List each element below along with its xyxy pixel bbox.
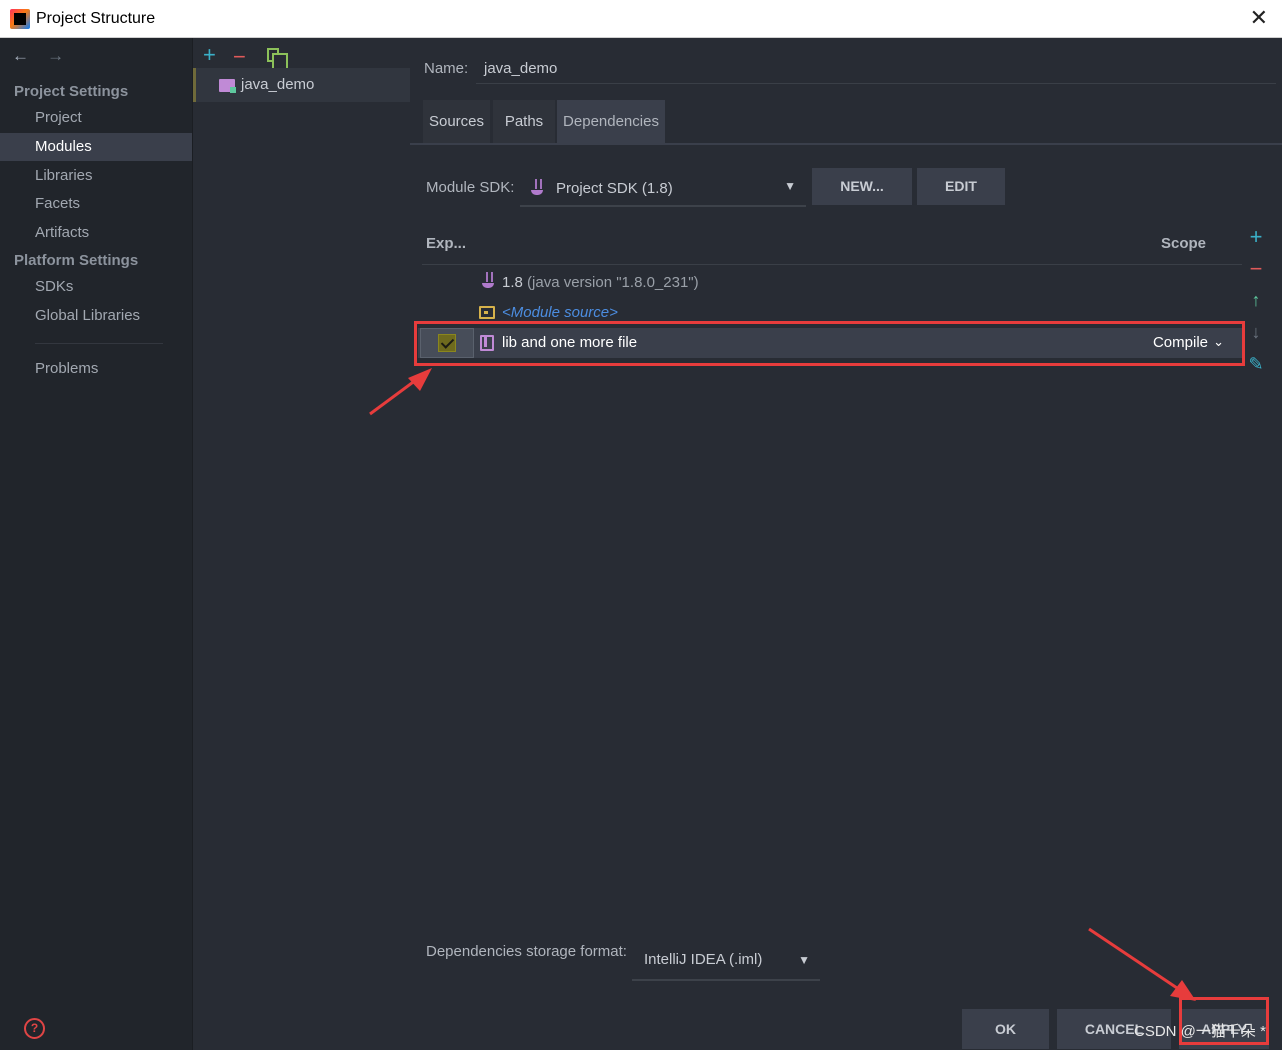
back-arrow-icon[interactable]: ←: [12, 46, 29, 66]
module-folder-icon: [219, 79, 236, 93]
name-field[interactable]: java_demo: [484, 60, 557, 77]
highlight-library-row: [414, 321, 1245, 366]
move-up-icon[interactable]: ↑: [1244, 290, 1268, 311]
dependency-label: 1.8 (java version "1.8.0_231"): [502, 274, 699, 291]
module-item-java-demo[interactable]: java_demo: [193, 68, 410, 102]
add-dependency-icon[interactable]: +: [1244, 224, 1268, 250]
name-field-underline: [476, 83, 1276, 84]
tab-dependencies[interactable]: Dependencies: [557, 100, 665, 144]
column-scope[interactable]: Scope: [1161, 235, 1206, 252]
watermark: CSDN @一猫千朵 *: [1134, 1023, 1266, 1040]
dependencies-table-header: Exp... Scope: [422, 233, 1242, 265]
edit-dependency-icon[interactable]: ✎: [1244, 354, 1268, 375]
help-icon[interactable]: ?: [24, 1018, 45, 1039]
module-list-panel: + − java_demo: [193, 38, 410, 1050]
module-sdk-dropdown[interactable]: Project SDK (1.8) ▼: [520, 169, 806, 207]
chevron-down-icon: ▼: [798, 953, 810, 967]
sidebar-item-project[interactable]: Project: [0, 104, 192, 132]
close-icon[interactable]: ✕: [1250, 6, 1268, 31]
move-down-icon[interactable]: ↓: [1244, 322, 1268, 343]
storage-format-value: IntelliJ IDEA (.iml): [644, 951, 763, 968]
sidebar-item-facets[interactable]: Facets: [0, 190, 192, 218]
section-platform-settings: Platform Settings: [14, 252, 139, 269]
remove-dependency-icon[interactable]: −: [1244, 256, 1268, 282]
storage-format-dropdown[interactable]: IntelliJ IDEA (.iml) ▼: [632, 941, 820, 981]
storage-format-label: Dependencies storage format:: [426, 943, 627, 960]
remove-module-icon[interactable]: −: [233, 44, 246, 70]
module-settings-panel: Name: java_demo Sources Paths Dependenci…: [410, 38, 1282, 1050]
sidebar-divider: [35, 343, 163, 344]
sidebar-item-libraries[interactable]: Libraries: [0, 162, 192, 190]
module-label: java_demo: [241, 76, 315, 93]
window-title: Project Structure: [36, 10, 156, 27]
navigation-arrows: ← →: [12, 46, 78, 66]
jdk-version: 1.8: [502, 274, 523, 291]
sidebar-item-modules[interactable]: Modules: [0, 133, 192, 161]
java-sdk-icon: [530, 179, 544, 195]
forward-arrow-icon[interactable]: →: [47, 46, 64, 66]
java-sdk-icon: [481, 272, 495, 288]
sidebar-item-global-libraries[interactable]: Global Libraries: [0, 302, 192, 330]
module-source-label: <Module source>: [502, 304, 618, 321]
jdk-version-detail: (java version "1.8.0_231"): [527, 274, 699, 291]
chevron-down-icon: ▼: [784, 179, 796, 193]
source-folder-icon: [479, 306, 495, 319]
sidebar-item-sdks[interactable]: SDKs: [0, 273, 192, 301]
copy-module-icon[interactable]: [267, 48, 288, 71]
tab-sources[interactable]: Sources: [423, 100, 490, 144]
name-label: Name:: [424, 60, 469, 77]
sidebar-item-problems[interactable]: Problems: [0, 355, 192, 383]
add-module-icon[interactable]: +: [203, 42, 216, 68]
ok-button[interactable]: OK: [962, 1009, 1049, 1049]
title-bar: Project Structure ✕: [0, 0, 1282, 38]
new-sdk-button[interactable]: NEW...: [812, 168, 912, 205]
dependency-row-jdk[interactable]: 1.8 (java version "1.8.0_231"): [418, 268, 1242, 298]
edit-sdk-button[interactable]: EDIT: [917, 168, 1005, 205]
tab-divider: [410, 143, 1282, 145]
module-sdk-label: Module SDK:: [426, 179, 515, 196]
module-sdk-value: Project SDK (1.8): [556, 180, 673, 197]
intellij-logo-icon: [10, 9, 30, 29]
tab-paths[interactable]: Paths: [493, 100, 555, 144]
column-export[interactable]: Exp...: [426, 235, 466, 252]
sidebar-item-artifacts[interactable]: Artifacts: [0, 219, 192, 247]
settings-sidebar: ← → Project Settings Project Modules Lib…: [0, 38, 193, 1050]
section-project-settings: Project Settings: [14, 83, 129, 100]
